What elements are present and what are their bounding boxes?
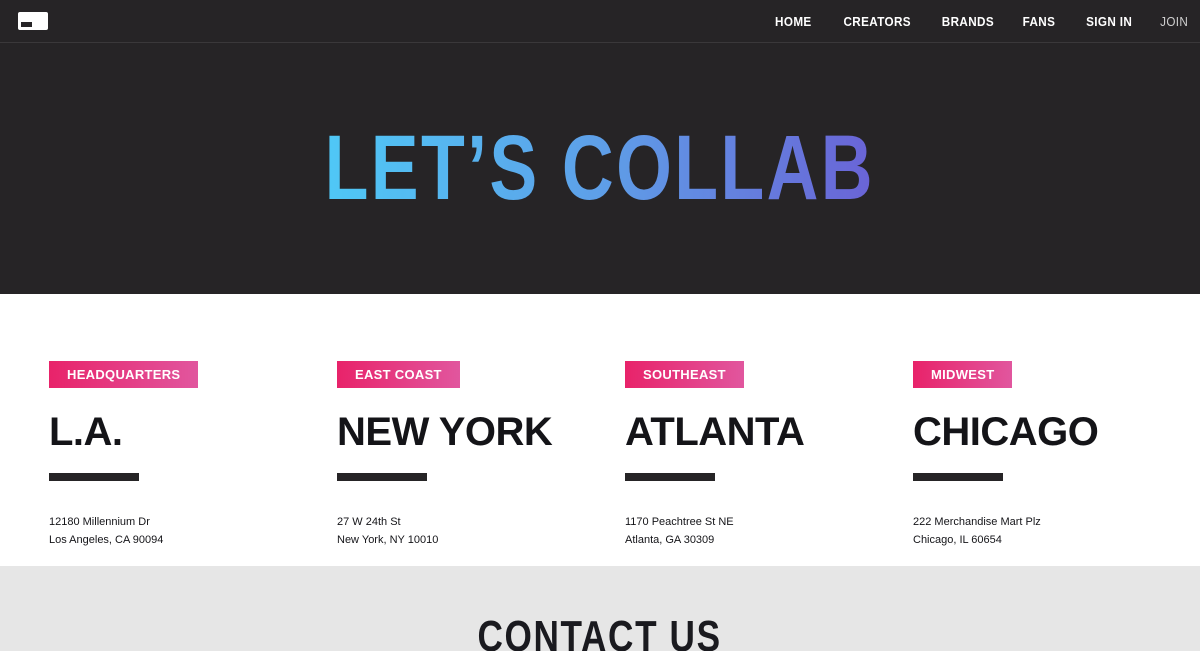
office-city: CHICAGO	[913, 410, 1099, 454]
office-atlanta: SOUTHEAST ATLANTA 1170 Peachtree St NE A…	[625, 361, 885, 549]
office-locations: HEADQUARTERS L.A. 12180 Millennium Dr Lo…	[0, 294, 1200, 566]
office-address: 222 Merchandise Mart Plz Chicago, IL 606…	[913, 513, 1173, 549]
office-tag: SOUTHEAST	[625, 361, 744, 388]
nav-creators-link[interactable]: CREATORS	[844, 14, 911, 29]
address-line2: New York, NY 10010	[337, 534, 439, 546]
office-address: 27 W 24th St New York, NY 10010	[337, 513, 597, 549]
hero-banner: LET’S COLLAB	[0, 43, 1200, 294]
contact-section: CONTACT US	[0, 566, 1200, 651]
nav-links: HOME CREATORS BRANDS FANS SIGN IN JOIN	[746, 14, 1188, 29]
office-la: HEADQUARTERS L.A. 12180 Millennium Dr Lo…	[49, 361, 309, 549]
divider-bar	[337, 473, 427, 481]
contact-title: CONTACT US	[0, 612, 1200, 651]
divider-bar	[625, 473, 715, 481]
address-line1: 12180 Millennium Dr	[49, 516, 150, 528]
address-line1: 27 W 24th St	[337, 516, 401, 528]
hero-title: LET’S COLLAB	[324, 117, 876, 219]
divider-bar	[913, 473, 1003, 481]
office-address: 1170 Peachtree St NE Atlanta, GA 30309	[625, 513, 885, 549]
office-tag: MIDWEST	[913, 361, 1013, 388]
nav-brands-link[interactable]: BRANDS	[942, 14, 994, 29]
office-new-york: EAST COAST NEW YORK 27 W 24th St New Yor…	[337, 361, 597, 549]
logo-icon[interactable]	[18, 12, 48, 30]
office-tag: EAST COAST	[337, 361, 460, 388]
nav-home-link[interactable]: HOME	[775, 14, 812, 29]
top-navigation: HOME CREATORS BRANDS FANS SIGN IN JOIN	[0, 0, 1200, 43]
contact-title-text: CONTACT US	[477, 612, 723, 651]
office-tag: HEADQUARTERS	[49, 361, 199, 388]
office-city: ATLANTA	[625, 410, 805, 454]
address-line1: 222 Merchandise Mart Plz	[913, 516, 1041, 528]
divider-bar	[49, 473, 139, 481]
office-address: 12180 Millennium Dr Los Angeles, CA 9009…	[49, 513, 309, 549]
address-line1: 1170 Peachtree St NE	[625, 516, 734, 528]
address-line2: Chicago, IL 60654	[913, 534, 1002, 546]
office-chicago: MIDWEST CHICAGO 222 Merchandise Mart Plz…	[913, 361, 1173, 549]
nav-fans-link[interactable]: FANS	[1023, 14, 1056, 29]
address-line2: Atlanta, GA 30309	[625, 534, 715, 546]
office-city: NEW YORK	[337, 410, 553, 454]
address-line2: Los Angeles, CA 90094	[49, 534, 164, 546]
office-city: L.A.	[49, 410, 123, 454]
nav-join-link[interactable]: JOIN	[1160, 14, 1188, 29]
nav-sign-in-link[interactable]: SIGN IN	[1086, 14, 1132, 29]
